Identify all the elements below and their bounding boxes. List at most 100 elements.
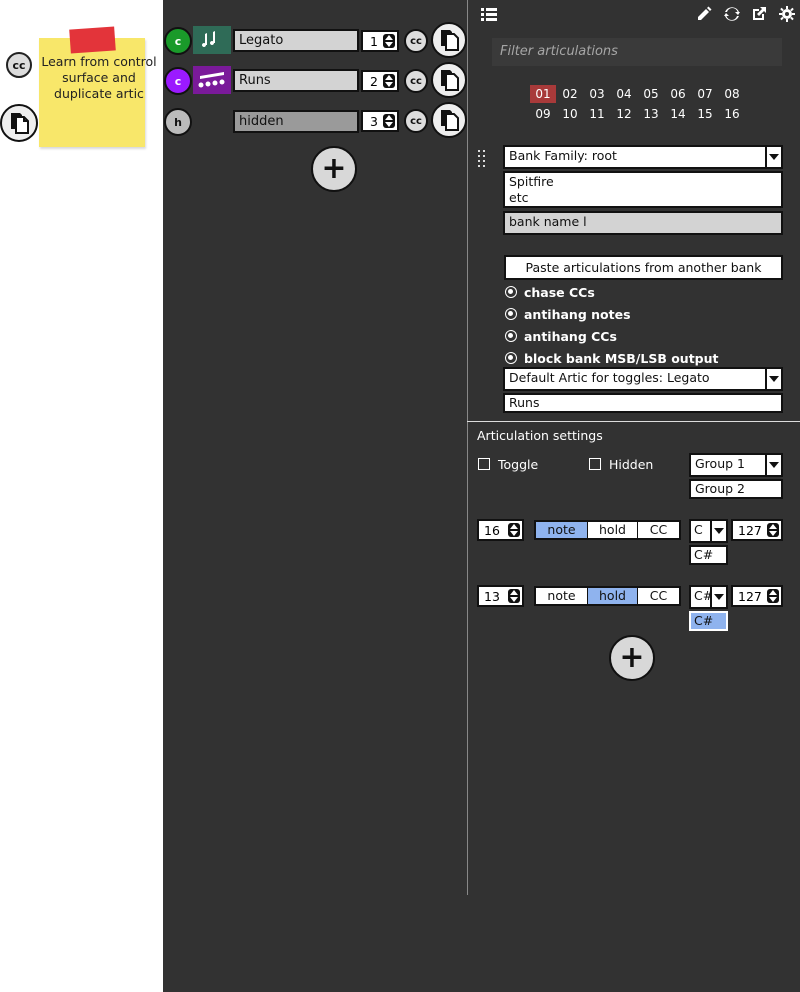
add-articulation-button[interactable]: + xyxy=(311,146,357,192)
filter-articulations-input[interactable]: Filter articulations xyxy=(492,38,782,66)
artic-number-stepper[interactable]: 1 xyxy=(361,30,399,52)
option-antihang-notes[interactable]: antihang notes xyxy=(505,306,631,322)
option-label: chase CCs xyxy=(524,284,595,300)
panel-divider xyxy=(467,0,468,895)
note-dropdown[interactable]: C xyxy=(689,519,728,543)
channel-button[interactable]: 12 xyxy=(611,105,637,123)
bank-tags-field[interactable]: Spitfire etc xyxy=(503,171,783,208)
articulation-list-panel xyxy=(163,0,467,992)
stepper-arrows-icon[interactable] xyxy=(767,589,779,603)
channel-button[interactable]: 07 xyxy=(692,85,718,103)
stepper-arrows-icon[interactable] xyxy=(508,523,520,537)
mode-note[interactable]: note xyxy=(536,588,588,604)
channel-button[interactable]: 02 xyxy=(557,85,583,103)
chevron-down-icon[interactable] xyxy=(765,147,781,167)
cc-learn-button[interactable]: cc xyxy=(404,109,428,133)
chevron-down-icon[interactable] xyxy=(710,521,726,541)
artic-number-stepper[interactable]: 2 xyxy=(361,70,399,92)
channel-button[interactable]: 13 xyxy=(638,105,664,123)
sync-icon[interactable] xyxy=(724,6,740,25)
artic-number-stepper[interactable]: 3 xyxy=(361,110,399,132)
duplicate-button[interactable] xyxy=(431,22,467,58)
mode-cc[interactable]: CC xyxy=(638,588,679,604)
channel-button[interactable]: 09 xyxy=(530,105,556,123)
cc-learn-icon: cc xyxy=(6,52,32,78)
velocity-stepper[interactable]: 127 xyxy=(731,585,783,607)
channel-button[interactable]: 11 xyxy=(584,105,610,123)
mode-note[interactable]: note xyxy=(536,522,588,538)
checkbox-icon[interactable] xyxy=(589,458,601,470)
option-antihang-ccs[interactable]: antihang CCs xyxy=(505,328,617,344)
external-link-icon[interactable] xyxy=(751,6,767,25)
mode-hold[interactable]: hold xyxy=(588,522,638,538)
chevron-down-icon[interactable] xyxy=(765,369,781,389)
artic-name-field[interactable]: Runs xyxy=(233,69,359,92)
radio-icon[interactable] xyxy=(505,308,517,320)
note-option-highlighted[interactable]: C# xyxy=(689,611,728,631)
group-dropdown[interactable]: Group 1 xyxy=(689,453,783,477)
artic-color-circle[interactable]: c xyxy=(164,27,192,55)
bank-family-dropdown[interactable]: Bank Family: root xyxy=(503,145,783,169)
channel-button[interactable]: 15 xyxy=(692,105,718,123)
channel-button[interactable]: 04 xyxy=(611,85,637,103)
channel-button[interactable]: 01 xyxy=(530,85,556,103)
channel-stepper[interactable]: 13 xyxy=(477,585,524,607)
stepper-arrows-icon[interactable] xyxy=(383,74,395,88)
bank-name-field[interactable]: bank name l xyxy=(503,211,783,235)
stepper-arrows-icon[interactable] xyxy=(383,34,395,48)
runs-notes-icon[interactable] xyxy=(193,66,231,94)
channel-button[interactable]: 06 xyxy=(665,85,691,103)
default-artic-option[interactable]: Runs xyxy=(503,393,783,413)
option-chase-ccs[interactable]: chase CCs xyxy=(505,284,595,300)
channel-button[interactable]: 10 xyxy=(557,105,583,123)
channel-button[interactable]: 16 xyxy=(719,105,745,123)
mode-hold[interactable]: hold xyxy=(588,588,638,604)
checkbox-icon[interactable] xyxy=(478,458,490,470)
radio-icon[interactable] xyxy=(505,286,517,298)
cc-learn-button[interactable]: cc xyxy=(404,69,428,93)
channel-button[interactable]: 14 xyxy=(665,105,691,123)
channel-button[interactable]: 05 xyxy=(638,85,664,103)
list-icon[interactable] xyxy=(481,7,497,24)
channel-value: 13 xyxy=(484,588,500,604)
duplicate-button[interactable] xyxy=(431,102,467,138)
drag-handle-icon[interactable] xyxy=(478,150,486,168)
mode-segmented-control[interactable]: note hold CC xyxy=(534,520,681,540)
radio-icon[interactable] xyxy=(505,352,517,364)
toggle-label: Toggle xyxy=(498,456,539,472)
artic-color-circle[interactable]: h xyxy=(164,108,192,136)
stepper-arrows-icon[interactable] xyxy=(383,114,395,128)
stepper-arrows-icon[interactable] xyxy=(767,523,779,537)
note-option[interactable]: C# xyxy=(689,545,728,565)
radio-icon[interactable] xyxy=(505,330,517,342)
chevron-down-icon[interactable] xyxy=(765,455,781,475)
option-label: antihang notes xyxy=(524,306,631,322)
cc-learn-button[interactable]: cc xyxy=(404,29,428,53)
note-dropdown[interactable]: C# xyxy=(689,585,728,609)
group-option[interactable]: Group 2 xyxy=(689,479,783,499)
add-setting-button[interactable]: + xyxy=(609,635,655,681)
mode-cc[interactable]: CC xyxy=(638,522,679,538)
bank-family-value: Bank Family: root xyxy=(509,148,617,163)
artic-name-field[interactable]: Legato xyxy=(233,29,359,52)
option-block-bank-msb-lsb[interactable]: block bank MSB/LSB output xyxy=(505,350,719,366)
chevron-down-icon[interactable] xyxy=(710,587,726,607)
gear-icon[interactable] xyxy=(779,6,795,25)
channel-stepper[interactable]: 16 xyxy=(477,519,524,541)
velocity-stepper[interactable]: 127 xyxy=(731,519,783,541)
paste-articulations-button[interactable]: Paste articulations from another bank xyxy=(504,255,783,280)
stepper-arrows-icon[interactable] xyxy=(508,589,520,603)
pencil-icon[interactable] xyxy=(696,6,712,25)
duplicate-button[interactable] xyxy=(431,62,467,98)
hidden-checkbox[interactable]: Hidden xyxy=(589,456,653,472)
legato-notes-icon[interactable] xyxy=(193,26,231,54)
channel-button[interactable]: 08 xyxy=(719,85,745,103)
channel-button[interactable]: 03 xyxy=(584,85,610,103)
artic-color-circle[interactable]: c xyxy=(164,67,192,95)
toggle-checkbox[interactable]: Toggle xyxy=(478,456,538,472)
artic-name-field[interactable]: hidden xyxy=(233,110,359,133)
velocity-value: 127 xyxy=(738,588,762,604)
default-artic-dropdown[interactable]: Default Artic for toggles: Legato xyxy=(503,367,783,391)
velocity-value: 127 xyxy=(738,522,762,538)
mode-segmented-control[interactable]: note hold CC xyxy=(534,586,681,606)
